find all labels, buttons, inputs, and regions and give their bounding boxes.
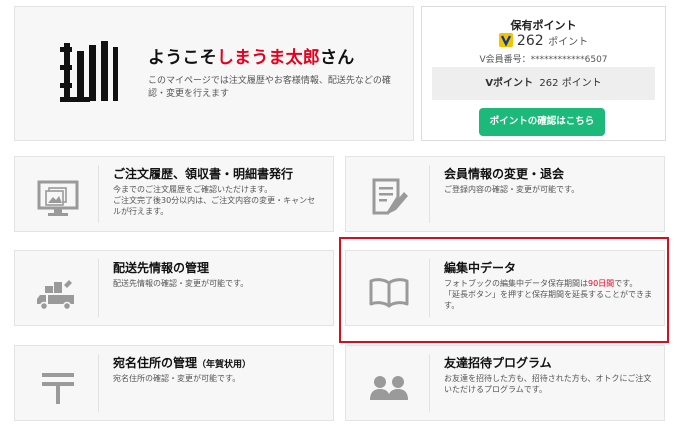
- address-title: 宛名住所の管理（年賀状用）: [113, 356, 252, 370]
- member-description: ご登録内容の確認・変更が可能です。: [444, 185, 580, 194]
- card-divider: [98, 259, 99, 317]
- editing-title: 編集中データ: [444, 261, 517, 275]
- orders-title: ご注文履歴、領収書・明細書発行: [113, 167, 294, 181]
- address-description: 宛名住所の確認・変更が可能です。: [113, 374, 241, 383]
- menu-card-member[interactable]: 会員情報の変更・退会 ご登録内容の確認・変更が可能です。: [345, 156, 665, 232]
- welcome-panel: ようこそしまうま太郎さん このマイページでは注文履歴やお客様情報、配送先などの確…: [14, 6, 414, 141]
- points-balance: 262 ポイント: [422, 33, 665, 49]
- monitor-image-icon: [37, 180, 79, 216]
- user-name: しまうま太郎: [216, 48, 321, 68]
- friends-icon: [370, 376, 408, 400]
- member-title: 会員情報の変更・退会: [444, 167, 565, 181]
- menu-card-address[interactable]: 宛名住所の管理（年賀状用） 宛名住所の確認・変更が可能です。: [14, 345, 334, 421]
- postal-mark-icon: [42, 373, 74, 404]
- storage-period: 90日間: [588, 279, 615, 288]
- vpoint-summary: Vポイント 262 ポイント: [432, 67, 655, 100]
- card-divider: [98, 354, 99, 412]
- vpoint-value: 262 ポイント: [539, 78, 602, 89]
- points-check-button[interactable]: ポイントの確認はこちら: [479, 108, 605, 136]
- shipping-description: 配送先情報の確認・変更が可能です。: [113, 279, 249, 288]
- delivery-truck-icon: [37, 280, 74, 311]
- points-panel: 保有ポイント 262 ポイント V会員番号：************6507 V…: [421, 6, 666, 141]
- invite-description: お友達を招待した方も、招待された方も、オトクにご注文いただけるプログラムです。: [444, 374, 652, 394]
- welcome-description: このマイページでは注文履歴やお客様情報、配送先などの確認・変更を行えます: [148, 76, 391, 99]
- card-divider: [429, 354, 430, 412]
- menu-card-editing-data[interactable]: 編集中データ フォトブックの編集中データ保存期間は90日間です。 「延長ボタン」…: [345, 250, 665, 326]
- vpoint-label: Vポイント: [485, 78, 534, 89]
- card-divider: [429, 165, 430, 223]
- menu-card-shipping[interactable]: 配送先情報の管理 配送先情報の確認・変更が可能です。: [14, 250, 334, 326]
- shimauma-logo-icon: [60, 41, 118, 102]
- menu-card-orders[interactable]: ご注文履歴、領収書・明細書発行 今までのご注文履歴をご確認いただけます。 ご注文…: [14, 156, 334, 232]
- card-divider: [429, 259, 430, 317]
- vpoint-logo-icon: [498, 33, 513, 47]
- menu-card-invite[interactable]: 友達招待プログラム お友達を招待した方も、招待された方も、オトクにご注文いただけ…: [345, 345, 665, 421]
- invite-title: 友達招待プログラム: [444, 356, 552, 370]
- card-divider: [98, 165, 99, 223]
- editing-description: フォトブックの編集中データ保存期間は90日間です。 「延長ボタン」を押すと保存期…: [444, 279, 652, 310]
- edit-document-icon: [372, 178, 408, 215]
- open-book-icon: [369, 278, 409, 308]
- shipping-title: 配送先情報の管理: [113, 261, 210, 275]
- points-title: 保有ポイント: [510, 19, 577, 32]
- member-number: V会員番号：************6507: [479, 55, 608, 65]
- points-unit: ポイント: [548, 37, 589, 48]
- points-value: 262: [516, 33, 544, 49]
- welcome-greeting: ようこそしまうま太郎さん: [148, 48, 355, 68]
- orders-description: 今までのご注文履歴をご確認いただけます。 ご注文完了後30分以内は、ご注文内容の…: [113, 185, 316, 216]
